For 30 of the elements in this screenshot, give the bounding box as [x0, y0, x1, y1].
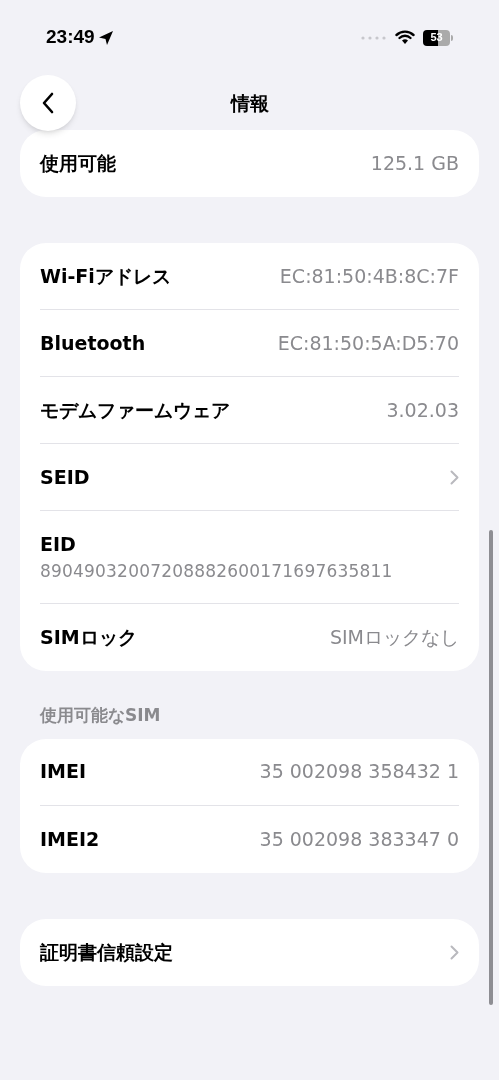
row-value: EC:81:50:5A:D5:70 [277, 330, 459, 356]
row-value: EC:81:50:4B:8C:7F [279, 263, 459, 289]
row-label: Wi-Fiアドレス [40, 263, 171, 289]
row-label: IMEI2 [40, 826, 100, 852]
row-label: SIMロック [40, 625, 137, 651]
chevron-right-icon [450, 944, 459, 960]
chevron-right-icon [450, 469, 459, 485]
row-label: Bluetooth [40, 330, 146, 356]
row-value: 3.02.03 [386, 397, 459, 423]
section-header: 使用可能なSIM [39, 704, 162, 727]
status-time: 23:49 [46, 25, 95, 50]
row-label: 使用可能 [40, 151, 116, 177]
row-value: 125.1 GB [370, 151, 459, 177]
row-label: EID [40, 532, 77, 557]
row-value: 35 002098 383347 0 [259, 826, 459, 852]
signal-icon [361, 35, 387, 40]
row-value: SIMロックなし [329, 625, 459, 651]
row-value: 35 002098 358432 1 [259, 759, 459, 785]
back-button[interactable] [20, 75, 76, 131]
location-arrow-icon [97, 29, 114, 46]
page-title: 情報 [230, 90, 269, 116]
wifi-icon [395, 30, 415, 45]
list-item[interactable]: 証明書信頼設定 [40, 918, 459, 986]
row-label: SEID [40, 464, 90, 490]
row-value: 89049032007208882600171697635811 [40, 559, 394, 583]
back-icon [42, 92, 54, 114]
row-label: 証明書信頼設定 [40, 939, 173, 965]
row-label: IMEI [40, 759, 87, 785]
row-label: モデムファームウェア [40, 397, 230, 423]
list-item[interactable]: SEID [40, 444, 459, 511]
